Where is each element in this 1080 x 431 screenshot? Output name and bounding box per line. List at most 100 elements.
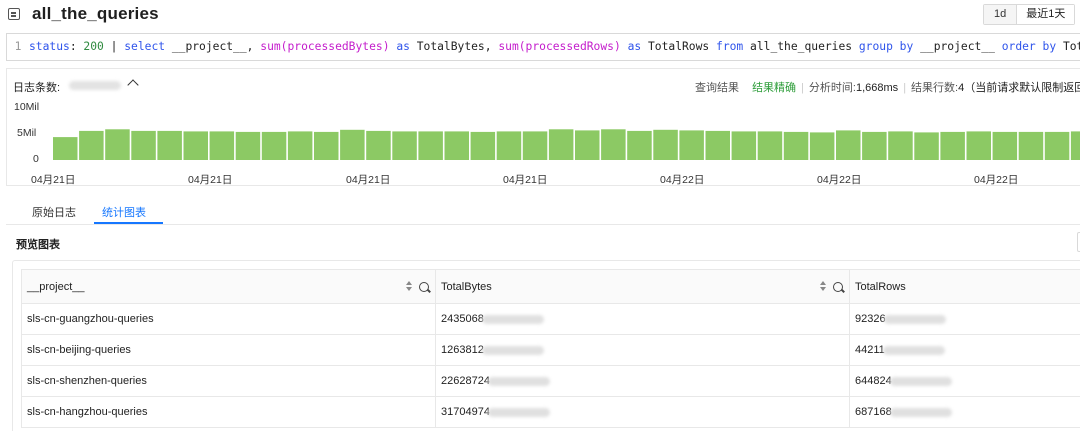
- query-token: sum(processedBytes): [260, 40, 390, 53]
- search-icon[interactable]: [833, 281, 843, 292]
- histogram-bar[interactable]: [836, 130, 861, 160]
- histogram-bar[interactable]: [1018, 131, 1044, 160]
- query-token: group by: [858, 40, 914, 53]
- query-token: TotalRows: [1062, 40, 1080, 53]
- histogram-bar[interactable]: [966, 131, 992, 160]
- query-token: from: [716, 40, 744, 53]
- histogram-bar[interactable]: [888, 131, 913, 160]
- page-header: all_the_queries 1d 最近1天: [0, 0, 1080, 30]
- histogram-bar[interactable]: [79, 130, 104, 160]
- logstore-icon: [8, 8, 20, 20]
- x-tick-label: 04月21日: [503, 174, 548, 186]
- redacted-value: [883, 314, 946, 324]
- histogram-bar[interactable]: [679, 130, 704, 160]
- query-token: all_the_queries: [743, 40, 859, 53]
- time-range-selector[interactable]: 1d 最近1天: [983, 4, 1076, 25]
- result-table-panel: __project__ TotalBytes TotalRows sls-cn-…: [12, 260, 1080, 431]
- histogram-bar[interactable]: [392, 131, 417, 160]
- histogram-bar[interactable]: [418, 131, 443, 160]
- histogram-bar[interactable]: [522, 131, 548, 160]
- column-header-label: TotalRows: [855, 280, 906, 293]
- query-token: 200: [83, 40, 104, 53]
- histogram-bar[interactable]: [548, 129, 574, 160]
- histogram-bar[interactable]: [914, 132, 939, 160]
- x-tick-label: 04月22日: [974, 174, 1019, 186]
- column-header-label: TotalBytes: [441, 280, 492, 293]
- histogram-bar[interactable]: [992, 131, 1018, 160]
- result-table: __project__ TotalBytes TotalRows sls-cn-…: [21, 269, 1080, 428]
- histogram-bar[interactable]: [627, 130, 652, 160]
- histogram-bar[interactable]: [131, 130, 156, 160]
- query-token: __project__,: [165, 40, 261, 53]
- histogram-bar[interactable]: [444, 131, 470, 160]
- query-token: TotalBytes,: [409, 40, 499, 53]
- histogram-bar[interactable]: [209, 131, 235, 160]
- histogram-bar[interactable]: [105, 129, 130, 160]
- histogram-bar[interactable]: [157, 130, 182, 160]
- cell-project: sls-cn-shenzhen-queries: [21, 365, 436, 397]
- cell-total-rows: 687168: [849, 396, 1080, 428]
- histogram-bar[interactable]: [470, 131, 496, 160]
- column-header-project[interactable]: __project__: [21, 269, 436, 304]
- query-token: :: [69, 40, 84, 53]
- query-token: status: [29, 40, 70, 53]
- sort-icon[interactable]: [406, 281, 413, 292]
- tab-statistics-chart[interactable]: 统计图表: [102, 204, 146, 220]
- histogram-bar[interactable]: [1044, 131, 1070, 160]
- histogram-chart[interactable]: [7, 69, 1080, 187]
- query-token: as: [627, 40, 642, 53]
- column-header-totalrows[interactable]: TotalRows: [849, 269, 1080, 304]
- histogram-bar[interactable]: [783, 131, 809, 160]
- histogram-bar[interactable]: [809, 132, 835, 160]
- cell-total-bytes: 31704974: [435, 396, 850, 428]
- line-number: 1: [14, 40, 22, 53]
- tab-raw-logs[interactable]: 原始日志: [32, 204, 76, 220]
- column-header-label: __project__: [27, 280, 85, 293]
- table-row: sls-cn-beijing-queries 1263812 44211: [21, 334, 1080, 366]
- histogram-bar[interactable]: [287, 131, 313, 160]
- histogram-bar[interactable]: [235, 131, 261, 160]
- histogram-bar[interactable]: [653, 129, 678, 160]
- query-token: |: [103, 40, 125, 53]
- histogram-bar[interactable]: [314, 131, 339, 160]
- cell-project: sls-cn-hangzhou-queries: [21, 396, 436, 428]
- histogram-bar[interactable]: [575, 130, 600, 160]
- histogram-bar[interactable]: [366, 130, 391, 160]
- query-text[interactable]: status: 200 | select __project__, sum(pr…: [29, 40, 1080, 53]
- cell-total-rows: 644824: [849, 365, 1080, 397]
- histogram-bar[interactable]: [940, 131, 965, 160]
- cell-total-rows: 44211: [849, 334, 1080, 366]
- histogram-bar[interactable]: [340, 129, 365, 160]
- table-row: sls-cn-hangzhou-queries 31704974 687168: [21, 396, 1080, 428]
- range-option-last-day[interactable]: 最近1天: [1016, 5, 1075, 24]
- query-token: select: [124, 40, 166, 53]
- query-token: [621, 40, 628, 53]
- histogram-bar[interactable]: [1070, 131, 1080, 160]
- cell-total-rows: 92326: [849, 303, 1080, 335]
- query-token: sum(processedRows): [498, 40, 621, 53]
- redacted-value: [487, 376, 550, 386]
- table-row: sls-cn-guangzhou-queries 2435068 92326: [21, 303, 1080, 335]
- histogram-bar[interactable]: [53, 137, 78, 160]
- range-option-1d[interactable]: 1d: [984, 5, 1017, 24]
- histogram-bar[interactable]: [496, 131, 522, 160]
- histogram-bar[interactable]: [261, 131, 287, 160]
- x-tick-label: 04月21日: [346, 174, 391, 186]
- redacted-value: [487, 407, 550, 417]
- histogram-bar[interactable]: [862, 131, 887, 160]
- redacted-value: [889, 407, 952, 417]
- histogram-bar[interactable]: [183, 131, 209, 160]
- sort-icon[interactable]: [820, 281, 827, 292]
- query-editor[interactable]: 1 status: 200 | select __project__, sum(p…: [6, 33, 1080, 61]
- query-token: as: [396, 40, 410, 53]
- search-icon[interactable]: [419, 281, 429, 292]
- histogram-bar[interactable]: [757, 131, 783, 160]
- query-token: __project__: [913, 40, 1002, 53]
- histogram-bar[interactable]: [601, 129, 626, 160]
- histogram-bar[interactable]: [731, 131, 757, 160]
- histogram-bar[interactable]: [705, 130, 731, 160]
- cell-total-bytes: 22628724: [435, 365, 850, 397]
- query-token: TotalRows: [641, 40, 717, 53]
- column-header-totalbytes[interactable]: TotalBytes: [435, 269, 850, 304]
- redacted-value: [889, 376, 952, 386]
